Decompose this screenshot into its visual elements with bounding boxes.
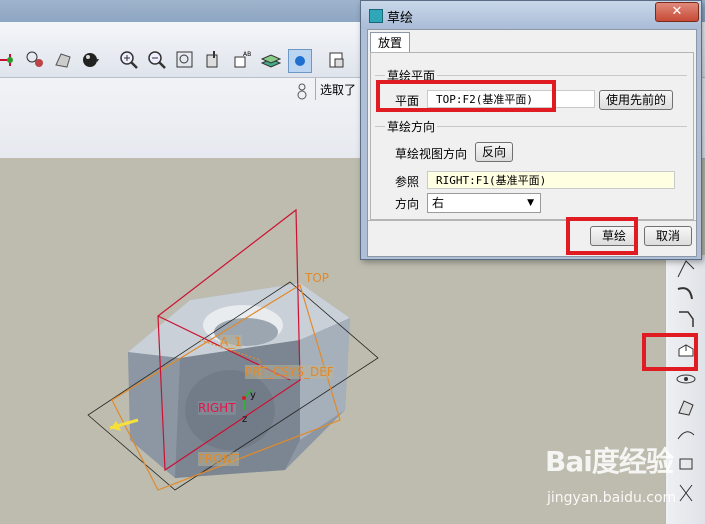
datum-label-top: TOP — [305, 271, 330, 285]
chamfer-icon[interactable] — [674, 307, 698, 331]
watermark-logo: Bai度经验 — [545, 445, 674, 478]
datum-label-front: FRONT — [198, 452, 239, 466]
axis-label-y: y — [250, 390, 256, 401]
use-previous-button[interactable]: 使用先前的 — [599, 90, 673, 110]
watermark: Bai度经验 jingyan.baidu.com — [545, 440, 705, 518]
button-separator — [368, 220, 696, 221]
view-direction-label: 草绘视图方向 — [395, 147, 468, 161]
watermark-site: jingyan.baidu.com — [547, 490, 677, 506]
layers-icon[interactable] — [260, 49, 282, 71]
mirror-icon[interactable] — [674, 395, 698, 419]
datum-label-right: RIGHT — [198, 401, 236, 415]
sweep-icon[interactable] — [674, 281, 698, 305]
datum-label-a1: A_1 — [220, 335, 242, 349]
orientation-select[interactable]: 右 ▼ — [427, 193, 541, 213]
reference-label: 参照 — [395, 175, 420, 189]
shading-icon[interactable] — [52, 49, 74, 71]
placement-panel: 草绘平面 平面 TOP:F2(基准平面) 使用先前的 草绘方向 草绘视图方向 反… — [370, 52, 694, 220]
selected-count-text: 选取了 — [320, 83, 357, 97]
dialog-body: 放置 草绘平面 平面 TOP:F2(基准平面) 使用先前的 草绘方向 草绘视图方… — [367, 29, 697, 257]
datum-display-icon[interactable] — [24, 49, 46, 71]
reorient-icon[interactable] — [202, 49, 224, 71]
refit-icon[interactable] — [174, 49, 196, 71]
sketch-dialog: 草绘 ✕ 放置 草绘平面 平面 TOP:F2(基准平面) 使用先前的 草绘方向 … — [360, 0, 702, 260]
pick-icon — [296, 82, 308, 102]
highlight-draft-tool — [642, 333, 698, 371]
flip-button[interactable]: 反向 — [475, 142, 513, 162]
orientation-value: 右 — [432, 196, 445, 210]
chevron-down-icon: ▼ — [527, 198, 534, 208]
color-icon[interactable] — [288, 49, 312, 73]
svg-text:AB: AB — [243, 51, 251, 58]
axis-label-z: z — [242, 414, 248, 425]
sketch-icon[interactable] — [0, 49, 18, 71]
selection-divider — [315, 78, 316, 100]
dialog-title-bar[interactable]: 草绘 ✕ — [361, 1, 701, 29]
highlight-sketch-button — [566, 217, 638, 255]
highlight-plane-field — [376, 80, 556, 112]
zoom-out-icon[interactable] — [146, 49, 168, 71]
sketch-direction-group-title: 草绘方向 — [385, 118, 438, 135]
dialog-title: 草绘 — [387, 11, 414, 26]
annotation-icon[interactable]: AB — [232, 49, 254, 71]
close-button[interactable]: ✕ — [655, 2, 699, 22]
dialog-app-icon — [369, 9, 383, 23]
datum-label-csys: PRT_CSYS_DEF — [245, 365, 334, 379]
sphere-icon[interactable] — [80, 49, 102, 71]
zoom-in-icon[interactable] — [118, 49, 140, 71]
reference-field[interactable]: RIGHT:F1(基准平面) — [427, 171, 675, 189]
cancel-button[interactable]: 取消 — [644, 226, 692, 246]
tab-placement[interactable]: 放置 — [370, 32, 410, 53]
revolve-icon[interactable] — [674, 257, 698, 281]
saved-views-icon[interactable] — [326, 49, 348, 71]
orientation-label: 方向 — [395, 197, 420, 211]
